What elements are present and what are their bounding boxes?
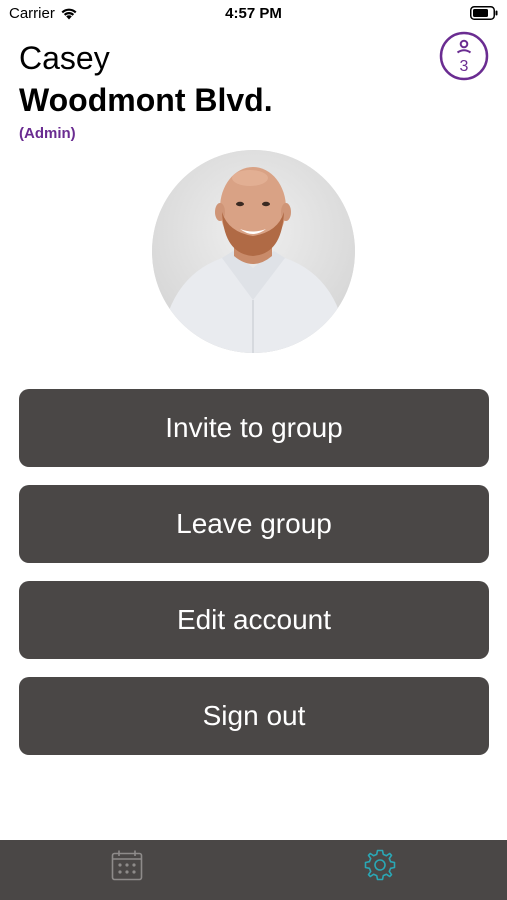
gear-icon[interactable]	[363, 848, 397, 882]
invite-to-group-button[interactable]: Invite to group	[19, 389, 489, 467]
group-name[interactable]: Woodmont Blvd.	[19, 80, 273, 120]
group-members-icon[interactable]: 3	[439, 31, 489, 81]
tab-bar	[0, 840, 507, 900]
status-time: 4:57 PM	[225, 5, 282, 22]
role-badge: (Admin)	[19, 125, 76, 142]
battery-icon	[470, 6, 498, 20]
leave-group-button[interactable]: Leave group	[19, 485, 489, 563]
avatar[interactable]	[152, 150, 355, 353]
sign-out-button[interactable]: Sign out	[19, 677, 489, 755]
edit-account-button[interactable]: Edit account	[19, 581, 489, 659]
calendar-icon[interactable]	[110, 848, 144, 882]
avatar-photo	[152, 150, 355, 353]
group-member-count: 3	[460, 58, 469, 75]
user-name: Casey	[19, 40, 110, 76]
status-bar: Carrier 4:57 PM	[0, 0, 507, 28]
